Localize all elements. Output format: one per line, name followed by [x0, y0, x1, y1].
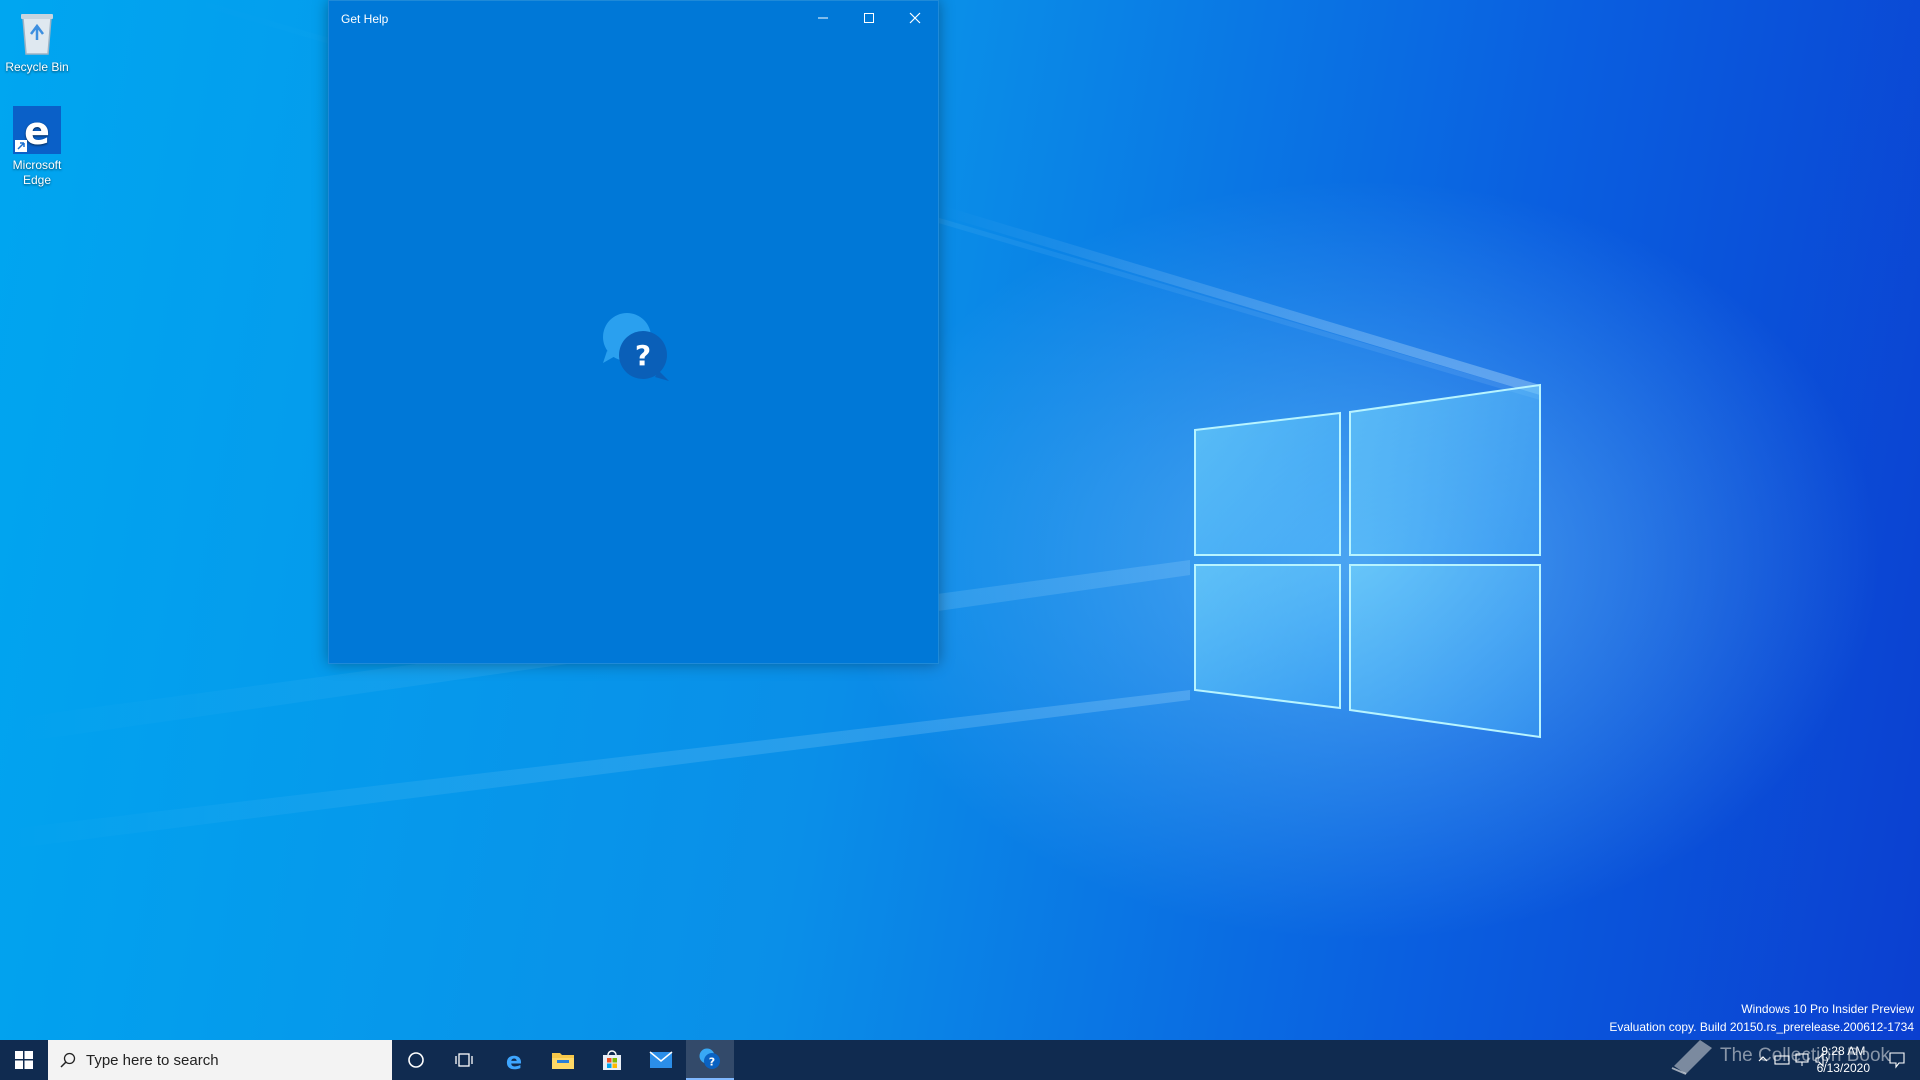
svg-text:?: ?: [709, 1056, 715, 1069]
task-view-button[interactable]: [440, 1040, 488, 1080]
wallpaper-beams: [0, 0, 1880, 940]
edge-icon: e: [13, 106, 61, 154]
get-help-icon: ?: [699, 1048, 720, 1069]
taskbar-edge[interactable]: e: [490, 1040, 538, 1080]
windows-logo: [1194, 383, 1541, 739]
search-icon: [60, 1052, 76, 1068]
svg-text:e: e: [24, 109, 50, 153]
brand-watermark-text: The Collection Book: [1720, 1045, 1891, 1066]
taskbar-store[interactable]: [588, 1040, 636, 1080]
cortana-icon: [408, 1052, 424, 1068]
microsoft-edge-shortcut[interactable]: e Microsoft Edge: [0, 106, 74, 188]
start-button[interactable]: [0, 1040, 48, 1080]
recycle-bin-label: Recycle Bin: [5, 60, 69, 74]
svg-text:?: ?: [635, 339, 651, 372]
recycle-bin[interactable]: Recycle Bin: [0, 8, 74, 75]
edge-icon: e: [506, 1048, 522, 1072]
book-logo-icon: [1671, 1040, 1712, 1075]
mail-icon: [649, 1051, 673, 1068]
taskbar-mail[interactable]: [637, 1040, 685, 1080]
get-help-window[interactable]: Get Help ?: [328, 0, 939, 664]
task-view-icon: [455, 1053, 473, 1067]
build-watermark: Windows 10 Pro Insider Preview Evaluatio…: [1609, 1000, 1914, 1036]
help-chat-icon: ?: [603, 313, 669, 381]
start-icon: [15, 1051, 33, 1069]
window-title: Get Help: [341, 12, 389, 26]
edition-text: Windows 10 Pro Insider Preview: [1741, 1002, 1914, 1016]
close-icon: [909, 12, 921, 24]
taskbar-get-help[interactable]: ?: [686, 1040, 734, 1080]
minimize-icon: [818, 17, 828, 19]
taskbar: Type here to search e ? 9:28 AM 6/13/202…: [0, 1040, 1920, 1080]
minimize-button[interactable]: [800, 1, 846, 35]
close-button[interactable]: [892, 1, 938, 35]
recycle-bin-icon: [21, 14, 53, 55]
taskbar-file-explorer[interactable]: [539, 1040, 587, 1080]
maximize-button[interactable]: [846, 1, 892, 35]
file-explorer-icon: [552, 1053, 574, 1069]
title-bar[interactable]: Get Help: [329, 1, 938, 35]
search-placeholder: Type here to search: [86, 1051, 219, 1069]
maximize-icon: [864, 13, 874, 23]
brand-watermark: The Collection Book: [1670, 1036, 1890, 1076]
search-input[interactable]: Type here to search: [48, 1040, 392, 1080]
edge-label: Microsoft Edge: [12, 158, 62, 187]
action-center-icon[interactable]: [1888, 1051, 1906, 1069]
svg-text:e: e: [506, 1048, 522, 1072]
store-icon: [603, 1050, 621, 1070]
desktop: Recycle Bin e Microsoft Edge: [0, 0, 1920, 1040]
cortana-button[interactable]: [392, 1040, 440, 1080]
build-text: Evaluation copy. Build 20150.rs_prerelea…: [1609, 1020, 1914, 1034]
